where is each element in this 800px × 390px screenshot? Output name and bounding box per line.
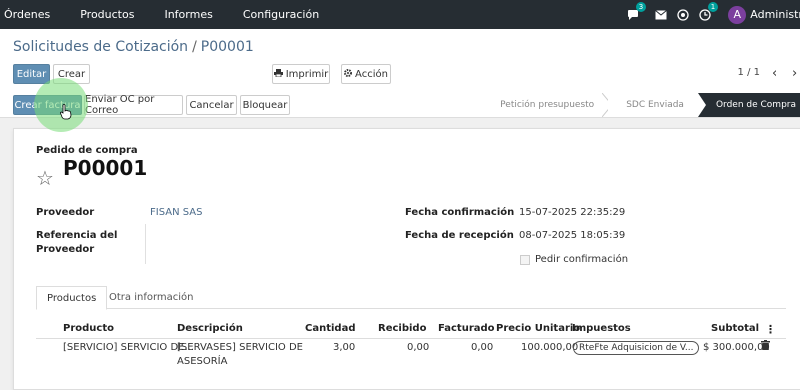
col-header-description[interactable]: Descripción xyxy=(177,323,243,334)
menu-item-orders[interactable]: Órdenes xyxy=(4,8,50,21)
top-navbar: Órdenes Productos Informes Configuración… xyxy=(0,0,800,29)
col-header-taxes[interactable]: Impuestos xyxy=(572,323,631,334)
menu-item-configuration[interactable]: Configuración xyxy=(243,8,319,21)
col-header-product[interactable]: Producto xyxy=(63,323,114,334)
ask-confirmation-label: Pedir confirmación xyxy=(535,254,629,265)
print-button[interactable]: Imprimir xyxy=(272,64,330,84)
send-po-email-button[interactable]: Enviar OC por Correo xyxy=(84,94,183,116)
mail-icon[interactable] xyxy=(654,8,668,22)
vendor-ref-label-2: Proveedor xyxy=(36,244,95,255)
lock-button[interactable]: Bloquear xyxy=(240,95,290,115)
breadcrumb-current: P00001 xyxy=(200,39,254,55)
print-label: Imprimir xyxy=(285,68,329,80)
notebook-tabs: Productos Otra información xyxy=(36,286,786,310)
cell-description-line-2[interactable]: ASESORÍA xyxy=(177,356,227,367)
systray: 3 1 A Administrat xyxy=(626,0,800,29)
document-type: Pedido de compra xyxy=(36,145,138,156)
row-separator xyxy=(36,338,786,339)
control-panel: Solicitudes de Cotización / P00001 Editar … xyxy=(0,29,800,94)
col-header-received[interactable]: Recibido xyxy=(378,323,426,334)
action-label: Acción xyxy=(355,68,388,80)
document-name: P00001 xyxy=(63,156,148,180)
gear-icon xyxy=(344,68,353,80)
receipt-date-label: Fecha de recepción xyxy=(405,230,514,241)
chevron-left-icon[interactable]: ‹ xyxy=(772,66,777,81)
hand-cursor-icon xyxy=(60,104,72,120)
cell-invoiced[interactable]: 0,00 xyxy=(471,342,493,353)
cancel-button[interactable]: Cancelar xyxy=(186,95,237,115)
stage-label-purchase-order: Orden de Compra xyxy=(715,100,796,110)
trash-icon[interactable] xyxy=(761,340,770,353)
tax-tag[interactable]: RteFte Adquisicion de V... xyxy=(573,341,700,355)
main-menu: Órdenes Productos Informes Configuración xyxy=(0,8,345,21)
chevron-right-icon[interactable]: › xyxy=(792,66,797,81)
chat-icon[interactable]: 3 xyxy=(626,1,647,22)
col-header-quantity[interactable]: Cantidad xyxy=(305,323,355,334)
col-header-invoiced[interactable]: Facturado xyxy=(438,323,495,334)
ask-confirmation-checkbox[interactable] xyxy=(520,255,530,265)
cell-unit-price[interactable]: 100.000,00 xyxy=(521,342,578,353)
vendor-ref-field[interactable] xyxy=(145,224,146,264)
stage-pipeline: Petición presupuesto SDC Enviada Orden d… xyxy=(482,93,800,117)
star-icon[interactable]: ☆ xyxy=(36,166,54,190)
cell-subtotal[interactable]: $ 300.000,00 xyxy=(703,342,770,353)
vendor-ref-label-1: Referencia del xyxy=(36,230,118,241)
tab-other-info[interactable]: Otra información xyxy=(99,286,204,308)
chat-badge: 3 xyxy=(635,1,647,12)
confirm-date-label: Fecha confirmación xyxy=(405,207,515,218)
stage-rfq[interactable]: Petición presupuesto xyxy=(482,93,613,117)
stage-label-rfq: Petición presupuesto xyxy=(500,100,595,110)
tab-products[interactable]: Productos xyxy=(36,286,108,310)
col-header-subtotal[interactable]: Subtotal xyxy=(711,323,759,334)
edit-button[interactable]: Editar xyxy=(13,64,50,84)
cell-quantity[interactable]: 3,00 xyxy=(333,342,355,353)
printer-icon xyxy=(273,68,283,80)
vendor-value[interactable]: FISAN SAS xyxy=(150,207,202,218)
stage-rfq-sent[interactable]: SDC Enviada xyxy=(608,93,698,117)
col-header-unit-price[interactable]: Precio Unitario xyxy=(496,323,580,334)
pager-value[interactable]: 1 / 1 xyxy=(738,67,760,78)
breadcrumb: Solicitudes de Cotización / P00001 xyxy=(13,39,254,55)
status-bar: Crear factura Enviar OC por Correo Cance… xyxy=(0,93,800,118)
stage-purchase-order[interactable]: Orden de Compra xyxy=(697,93,800,117)
receipt-date-value[interactable]: 08-07-2025 18:05:39 xyxy=(519,230,625,241)
action-button[interactable]: Acción xyxy=(341,64,391,84)
form-sheet: Pedido de compra ☆ P00001 Proveedor FISA… xyxy=(13,128,800,390)
cell-product[interactable]: [SERVICIO] SERVICIO DE... xyxy=(63,342,194,353)
column-options-icon[interactable]: ⋮ xyxy=(765,323,776,336)
breadcrumb-parent[interactable]: Solicitudes de Cotización xyxy=(13,39,188,55)
cell-received[interactable]: 0,00 xyxy=(407,342,429,353)
activity-clock-icon[interactable]: 1 xyxy=(698,1,719,22)
menu-item-reports[interactable]: Informes xyxy=(164,8,212,21)
menu-item-products[interactable]: Productos xyxy=(80,8,134,21)
confirm-date-value[interactable]: 15-07-2025 22:35:29 xyxy=(519,207,625,218)
stage-label-rfq-sent: SDC Enviada xyxy=(626,100,684,110)
breadcrumb-separator: / xyxy=(192,39,197,55)
whatsapp-icon[interactable] xyxy=(676,8,690,22)
activity-badge: 1 xyxy=(707,1,719,12)
avatar[interactable]: A xyxy=(728,5,747,24)
username[interactable]: Administrat xyxy=(750,8,800,21)
vendor-label: Proveedor xyxy=(36,207,95,218)
stage-active-arrow xyxy=(697,93,706,117)
cell-description-line-1[interactable]: [SERVASES] SERVICIO DE xyxy=(177,342,303,353)
